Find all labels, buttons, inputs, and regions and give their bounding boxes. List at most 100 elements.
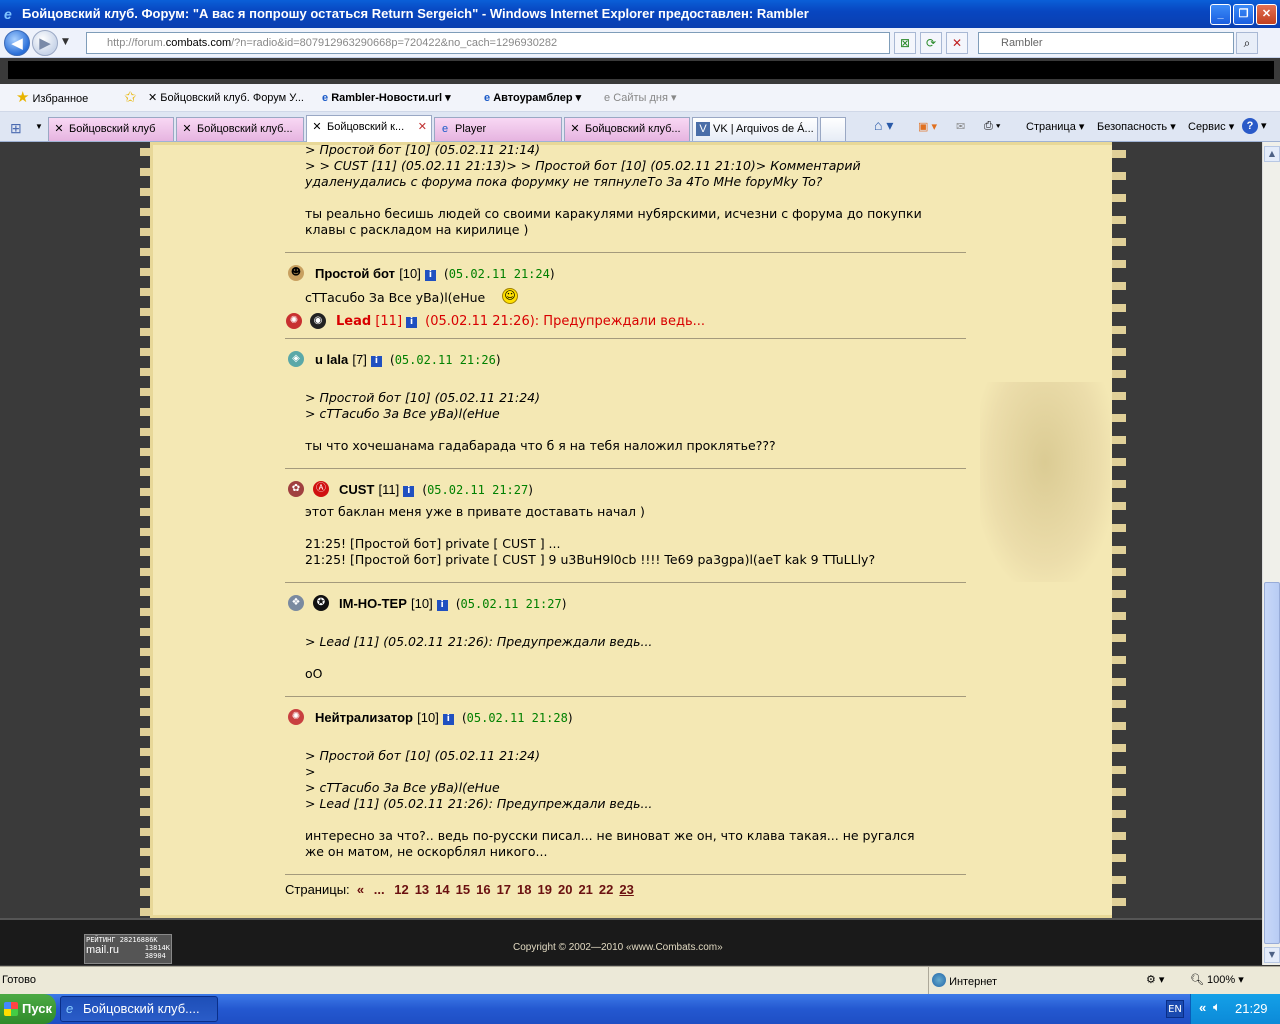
star-icon: ★ (16, 89, 30, 106)
rating-counter[interactable]: РЕЙТИНГ 28216886К mail.ru 13814K 38904 (84, 934, 172, 964)
feeds-icon[interactable]: ▣ ▾ (918, 120, 937, 133)
quote-line: > Lead [11] (05.02.11 21:26): Предупрежд… (305, 634, 653, 649)
page-content: > Простой бот [10] (05.02.11 21:14) > > … (0, 142, 1262, 965)
compat-icon[interactable]: ⊠ (894, 32, 916, 54)
fav-item-sites[interactable]: e Сайты дня ▾ (604, 91, 677, 104)
protected-mode-icon[interactable]: ⚙ ▾ (1146, 973, 1164, 986)
page-dots[interactable]: ... (374, 882, 385, 897)
help-icon[interactable]: ? ▾ (1242, 118, 1267, 134)
page-link[interactable]: 17 (497, 882, 511, 897)
page-link[interactable]: 20 (558, 882, 572, 897)
security-menu[interactable]: Безопасность ▾ (1097, 120, 1176, 133)
quote-line: > сТТасuбо За Все уВа)l(eHue (305, 780, 500, 795)
status-text: Готово (2, 974, 36, 986)
minimize-button[interactable]: _ (1210, 4, 1231, 25)
history-dropdown-icon[interactable]: ▼ (62, 37, 69, 47)
post-text: oO (305, 666, 323, 681)
scroll-thumb[interactable] (1264, 582, 1280, 944)
vertical-scrollbar[interactable]: ▲ ▼ (1262, 142, 1280, 965)
mage-icon: ◉ (310, 313, 326, 329)
page-link[interactable]: 16 (476, 882, 490, 897)
ie-icon: e (4, 6, 12, 22)
fav-item-rambler-news[interactable]: e Rambler-Новости.url ▾ (322, 91, 451, 104)
stop-icon[interactable]: ✕ (946, 32, 968, 54)
page-link[interactable]: 19 (538, 882, 552, 897)
clan-icon[interactable]: ◈ (288, 351, 304, 367)
maximize-button[interactable]: ❐ (1233, 4, 1254, 25)
smiley-icon: ☺ (502, 288, 518, 304)
forward-button[interactable]: ▶ (32, 30, 58, 56)
page-link[interactable]: 15 (456, 882, 470, 897)
quick-tabs-icon[interactable]: ⊞ (10, 120, 22, 137)
post-nick[interactable]: Нейтрализатор (315, 710, 413, 725)
fav-item-autorambler[interactable]: e Автоурамблер ▾ (484, 91, 581, 104)
moderator-line: Lead [11] i (05.02.11 21:26): Предупрежда… (336, 314, 706, 329)
parchment-edge-right (1112, 142, 1126, 918)
tab-0[interactable]: ✕ Бойцовский клуб (48, 117, 174, 141)
close-button[interactable]: ✕ (1256, 4, 1277, 25)
page-link[interactable]: 21 (578, 882, 592, 897)
post-header: Нейтрализатор [10] i (05.02.11 21:28) (315, 710, 573, 725)
tray-expand-icon[interactable]: « (1199, 1000, 1206, 1015)
language-indicator[interactable]: EN (1166, 1000, 1184, 1018)
post-text: клавы с раскладом на кирилице ) (305, 222, 529, 237)
address-input[interactable]: http://forum.combats.com/?n=radio&id=807… (86, 32, 890, 54)
info-icon[interactable]: i (406, 317, 418, 328)
home-icon[interactable]: ⌂ ▾ (874, 117, 893, 134)
back-button[interactable]: ◀ (4, 30, 30, 56)
refresh-icon[interactable]: ⟳ (920, 32, 942, 54)
new-tab-button[interactable] (820, 117, 846, 141)
page-link[interactable]: 12 (394, 882, 408, 897)
start-button[interactable]: Пуск (0, 994, 56, 1024)
info-icon[interactable]: i (403, 486, 415, 497)
info-icon[interactable]: i (424, 270, 436, 281)
site-footer: РЕЙТИНГ 28216886К mail.ru 13814K 38904 Cop… (0, 918, 1262, 965)
search-icon[interactable]: ⌕ (1236, 32, 1258, 54)
globe-icon: Интернет (932, 973, 997, 988)
post-nick[interactable]: Простой бот (315, 266, 395, 281)
post-nick[interactable]: CUST (339, 482, 374, 497)
scroll-down-icon[interactable]: ▼ (1264, 947, 1280, 963)
post-nick[interactable]: u lala (315, 352, 348, 367)
mail-icon[interactable]: ✉ (956, 120, 965, 133)
clan-icon[interactable]: ✺ (288, 709, 304, 725)
quote-line: > Простой бот [10] (05.02.11 21:24) (305, 748, 540, 763)
info-icon[interactable]: i (436, 600, 448, 611)
page-link[interactable]: 18 (517, 882, 531, 897)
fav-item-combats[interactable]: ✕ Бойцовский клуб. Форум У... (148, 91, 304, 104)
clan-icon[interactable]: ✿ (288, 481, 304, 497)
service-menu[interactable]: Сервис ▾ (1188, 120, 1234, 133)
info-icon[interactable]: i (442, 714, 454, 725)
post-text: ты реально бесишь людей со своими караку… (305, 206, 922, 221)
post-text: сТТасuбо За Все уВа)l(eHue (305, 290, 486, 305)
page-link[interactable]: 14 (435, 882, 449, 897)
clan-icon[interactable]: ✺ (286, 313, 302, 329)
post-nick[interactable]: IM-HO-TEP (339, 596, 407, 611)
clan-icon[interactable]: ❖ (288, 595, 304, 611)
tab-5[interactable]: V VK | Arquivos de Á... (692, 117, 818, 141)
taskbar-ie-window[interactable]: e Бойцовский клуб.... (60, 996, 218, 1022)
speaker-icon[interactable]: 🔈︎ (1213, 999, 1221, 1015)
tab-1[interactable]: ✕ Бойцовский клуб... (176, 117, 304, 141)
scroll-up-icon[interactable]: ▲ (1264, 146, 1280, 162)
favorites-button[interactable]: ★ Избранное (16, 88, 88, 106)
add-favorite-icon[interactable]: ✩ (124, 88, 137, 106)
post-text: 21:25! [Простой бот] private [ CUST ] 9 … (305, 552, 876, 567)
search-input[interactable]: Rambler (978, 32, 1234, 54)
status-bar: Готово Интернет ⚙ ▾ 🔍︎ 100% ▾ (0, 966, 1280, 995)
lead-nick[interactable]: Lead (336, 314, 371, 329)
info-icon[interactable]: i (370, 356, 382, 367)
tab-list-icon[interactable]: ▼ (35, 122, 43, 131)
page-prev[interactable]: « (357, 882, 364, 897)
page-link[interactable]: 23 (619, 882, 633, 897)
tab-4[interactable]: ✕ Бойцовский клуб... (564, 117, 690, 141)
tab-3[interactable]: e Player (434, 117, 562, 141)
tab-2-active[interactable]: ✕ Бойцовский к... ✕ (306, 115, 432, 142)
zoom-control[interactable]: 🔍︎ 100% ▾ (1190, 973, 1244, 986)
page-link[interactable]: 13 (415, 882, 429, 897)
print-icon[interactable]: ⎙ ▾ (984, 120, 1000, 133)
page-menu[interactable]: Страница ▾ (1026, 120, 1084, 133)
pagination: Страницы: « ... 12 13 14 15 16 17 18 19 20 21 22 23 (285, 882, 634, 897)
clan-icon[interactable]: ☻ (288, 265, 304, 281)
page-link[interactable]: 22 (599, 882, 613, 897)
